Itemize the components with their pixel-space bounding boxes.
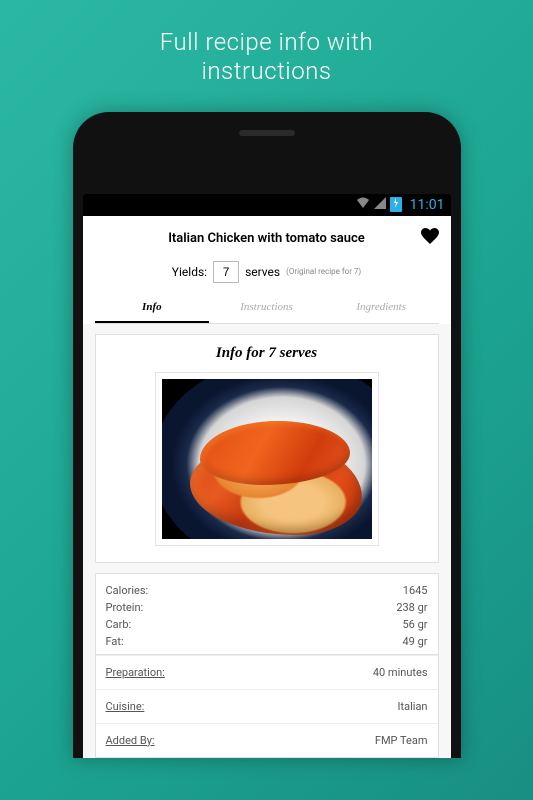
battery-icon [390, 197, 402, 212]
cuisine-value: Italian [398, 700, 428, 713]
yields-row: Yields: serves (Original recipe for 7) [95, 257, 439, 293]
nutrition-row-carb: Carb: 56 gr [106, 616, 428, 633]
cuisine-label: Cuisine: [106, 700, 145, 713]
protein-label: Protein: [106, 601, 144, 614]
fat-label: Fat: [106, 635, 124, 648]
preparation-value: 40 minutes [373, 666, 428, 679]
fat-value: 49 gr [403, 635, 428, 648]
favorite-button[interactable] [421, 228, 439, 249]
yields-note: (Original recipe for 7) [286, 267, 361, 276]
nutrition-row-protein: Protein: 238 gr [106, 599, 428, 616]
tab-content: Info for 7 serves Calories: 1645 P [83, 324, 451, 758]
info-card: Info for 7 serves [95, 334, 439, 563]
added-by-value: FMP Team [375, 734, 428, 747]
yields-input[interactable] [213, 261, 239, 283]
status-bar: 11:01 [83, 194, 451, 216]
nutrition-section: Calories: 1645 Protein: 238 gr Carb: 56 … [95, 573, 439, 655]
yields-suffix: serves [245, 265, 280, 279]
phone-frame: 11:01 Italian Chicken with tomato sauce … [73, 112, 461, 758]
nutrition-row-fat: Fat: 49 gr [106, 633, 428, 650]
promo-heading: Full recipe info with instructions [160, 28, 373, 86]
calories-label: Calories: [106, 584, 149, 597]
tab-instructions[interactable]: Instructions [209, 293, 324, 323]
added-by-label: Added By: [106, 734, 155, 747]
preparation-label: Preparation: [106, 666, 165, 679]
tab-ingredients[interactable]: Ingredients [324, 293, 439, 323]
meta-section: Preparation: 40 minutes Cuisine: Italian… [95, 655, 439, 758]
info-heading: Info for 7 serves [106, 345, 428, 362]
wifi-icon [356, 197, 370, 213]
yields-label: Yields: [172, 265, 207, 279]
signal-icon [374, 197, 386, 212]
tab-info[interactable]: Info [95, 293, 210, 323]
tabs: Info Instructions Ingredients [95, 293, 439, 324]
meta-row-preparation: Preparation: 40 minutes [96, 655, 438, 689]
recipe-image [155, 372, 379, 546]
status-clock: 11:01 [410, 197, 445, 213]
recipe-title: Italian Chicken with tomato sauce [95, 231, 421, 246]
calories-value: 1645 [403, 584, 428, 597]
meta-row-added-by: Added By: FMP Team [96, 723, 438, 757]
phone-earpiece [239, 130, 295, 136]
protein-value: 238 gr [396, 601, 427, 614]
carb-label: Carb: [106, 618, 132, 631]
carb-value: 56 gr [403, 618, 428, 631]
meta-row-cuisine: Cuisine: Italian [96, 689, 438, 723]
nutrition-row-calories: Calories: 1645 [106, 582, 428, 599]
app-screen: Italian Chicken with tomato sauce Yields… [83, 216, 451, 758]
